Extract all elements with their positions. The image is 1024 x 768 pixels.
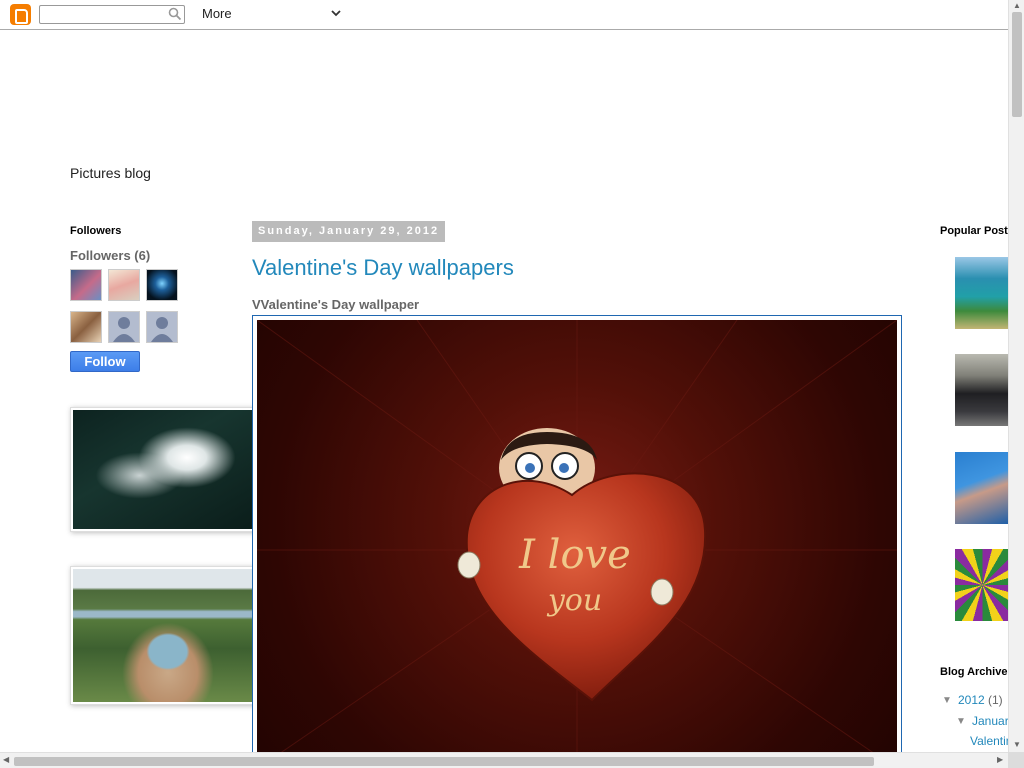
- follower-avatar-default[interactable]: [146, 311, 178, 343]
- left-hand: [457, 551, 481, 579]
- popular-posts-title: Popular Posts: [940, 225, 1014, 237]
- browser-viewport: { "navbar": {"more_label": "More", "sear…: [0, 0, 1024, 768]
- post-date-header: Sunday, January 29, 2012: [252, 221, 446, 242]
- blogger-navbar: More: [0, 0, 1008, 30]
- heart-text-line1: I love: [518, 532, 631, 578]
- archive-month-toggle-icon[interactable]: ▼: [956, 716, 966, 727]
- horizontal-scroll-thumb[interactable]: [14, 757, 874, 766]
- blogger-logo-icon[interactable]: [10, 4, 31, 25]
- search-icon[interactable]: [168, 7, 182, 21]
- scroll-right-arrow-icon[interactable]: ▶: [997, 755, 1003, 764]
- chevron-down-icon[interactable]: [330, 7, 342, 19]
- more-menu-button[interactable]: More: [202, 6, 232, 21]
- vertical-scroll-thumb[interactable]: [1012, 12, 1022, 117]
- follow-button[interactable]: Follow: [70, 351, 140, 372]
- default-avatar-icon: [113, 317, 135, 342]
- vertical-scrollbar[interactable]: ▲ ▼: [1008, 0, 1024, 752]
- follower-avatar[interactable]: [108, 269, 140, 301]
- right-hand: [650, 578, 674, 606]
- followers-count[interactable]: Followers (6): [70, 248, 150, 263]
- horizontal-scrollbar[interactable]: ◀ ▶: [0, 752, 1008, 768]
- sidebar-image-boat[interactable]: [70, 407, 266, 532]
- follower-avatar-default[interactable]: [108, 311, 140, 343]
- popular-post-thumbnail[interactable]: [955, 549, 1010, 621]
- popular-post-thumbnail[interactable]: [955, 257, 1010, 329]
- follower-avatar[interactable]: [70, 311, 102, 343]
- follower-avatar[interactable]: [70, 269, 102, 301]
- post-body-text: VValentine's Day wallpaper: [252, 297, 420, 312]
- valentine-wallpaper-image: I love you: [257, 320, 897, 768]
- archive-year-toggle-icon[interactable]: ▼: [942, 695, 952, 706]
- scroll-up-arrow-icon[interactable]: ▲: [1013, 1, 1021, 10]
- scrollbar-corner: [1008, 752, 1024, 768]
- sidebar-image-garden[interactable]: [70, 566, 266, 705]
- scroll-down-arrow-icon[interactable]: ▼: [1013, 740, 1021, 749]
- blog-search-input[interactable]: [39, 5, 185, 24]
- blog-title[interactable]: Pictures blog: [70, 165, 151, 181]
- archive-year-link[interactable]: 2012: [958, 693, 985, 707]
- popular-post-thumbnail[interactable]: [955, 354, 1010, 426]
- heart-text-line2: you: [546, 583, 602, 618]
- post-title-link[interactable]: Valentine's Day wallpapers: [252, 255, 514, 281]
- follower-avatar[interactable]: [146, 269, 178, 301]
- heart-illustration: I love you: [257, 320, 897, 768]
- default-avatar-icon: [151, 317, 173, 342]
- followers-widget-title: Followers: [70, 225, 122, 237]
- post-image-link[interactable]: I love you: [252, 315, 902, 768]
- blog-archive-title: Blog Archive: [940, 666, 1008, 678]
- popular-post-thumbnail[interactable]: [955, 452, 1010, 524]
- archive-year-count: (1): [988, 693, 1003, 707]
- scroll-left-arrow-icon[interactable]: ◀: [3, 755, 9, 764]
